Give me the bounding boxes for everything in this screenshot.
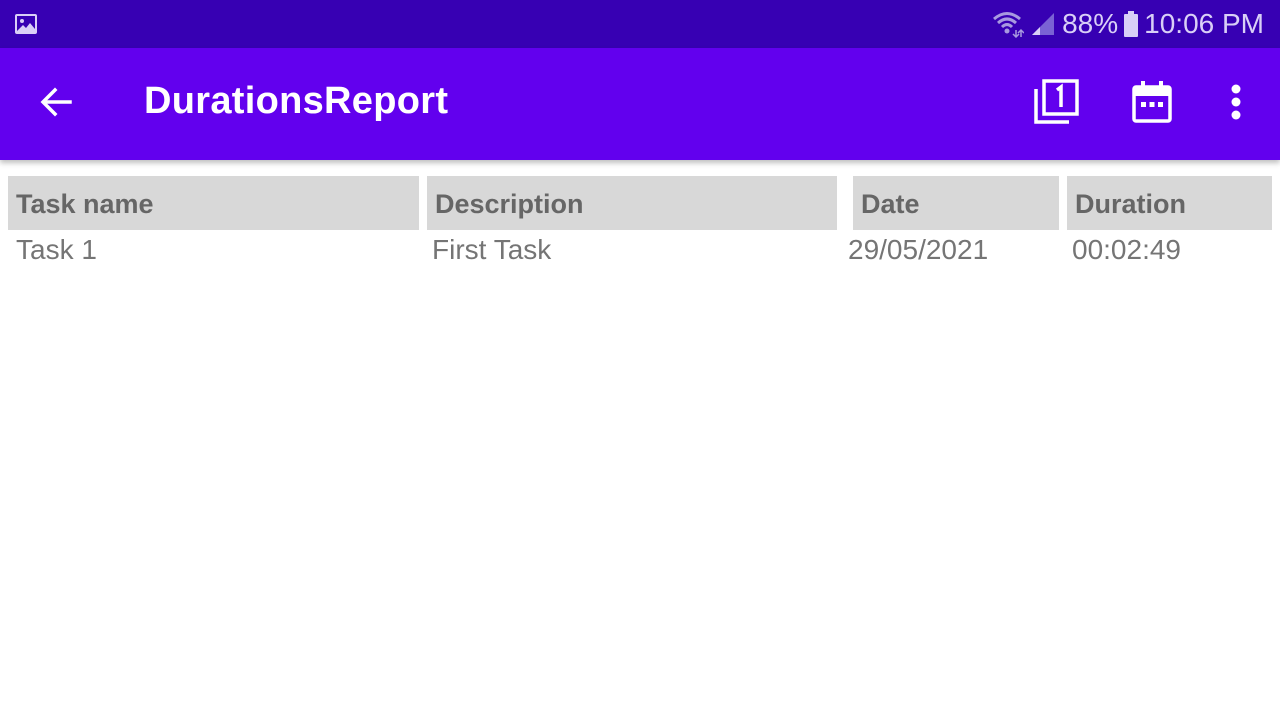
cell-task-name: Task 1 bbox=[16, 234, 97, 265]
filter-one-button[interactable] bbox=[1028, 76, 1084, 132]
back-arrow-icon bbox=[38, 84, 74, 125]
clock: 10:06 PM bbox=[1144, 8, 1264, 39]
signal-icon bbox=[1030, 11, 1056, 37]
cell-description: First Task bbox=[432, 234, 552, 265]
calendar-icon bbox=[1132, 80, 1172, 128]
status-bar: 88% 10:06 PM bbox=[0, 0, 1280, 48]
filter-one-icon bbox=[1033, 78, 1079, 130]
gallery-icon bbox=[14, 12, 38, 36]
more-vert-icon bbox=[1230, 84, 1242, 125]
cell-date: 29/05/2021 bbox=[848, 234, 989, 265]
battery-percent: 88% bbox=[1062, 8, 1119, 39]
back-button[interactable] bbox=[28, 76, 84, 132]
wifi-icon bbox=[992, 10, 1025, 38]
header-duration: Duration bbox=[1067, 176, 1272, 230]
battery-icon bbox=[1124, 11, 1139, 37]
header-date: Date bbox=[853, 176, 1059, 230]
header-description: Description bbox=[427, 176, 837, 230]
page-title: DurationsReport bbox=[144, 80, 449, 122]
header-task-name: Task name bbox=[8, 176, 419, 230]
cell-duration: 00:02:49 bbox=[1072, 234, 1181, 265]
status-right: 88% 10:06 PM bbox=[992, 0, 1264, 48]
calendar-button[interactable] bbox=[1124, 76, 1180, 132]
more-options-button[interactable] bbox=[1208, 76, 1264, 132]
app-bar: DurationsReport bbox=[0, 48, 1280, 160]
